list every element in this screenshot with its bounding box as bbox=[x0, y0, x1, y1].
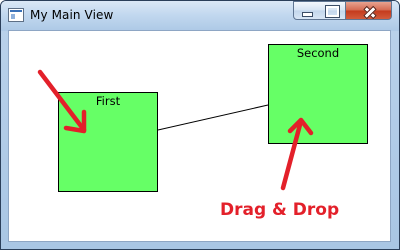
arrow-icon bbox=[37, 69, 87, 134]
drag-drop-annotation: Drag & Drop bbox=[220, 200, 340, 220]
arrow-icon bbox=[280, 117, 314, 191]
annotation-overlay bbox=[37, 69, 314, 191]
